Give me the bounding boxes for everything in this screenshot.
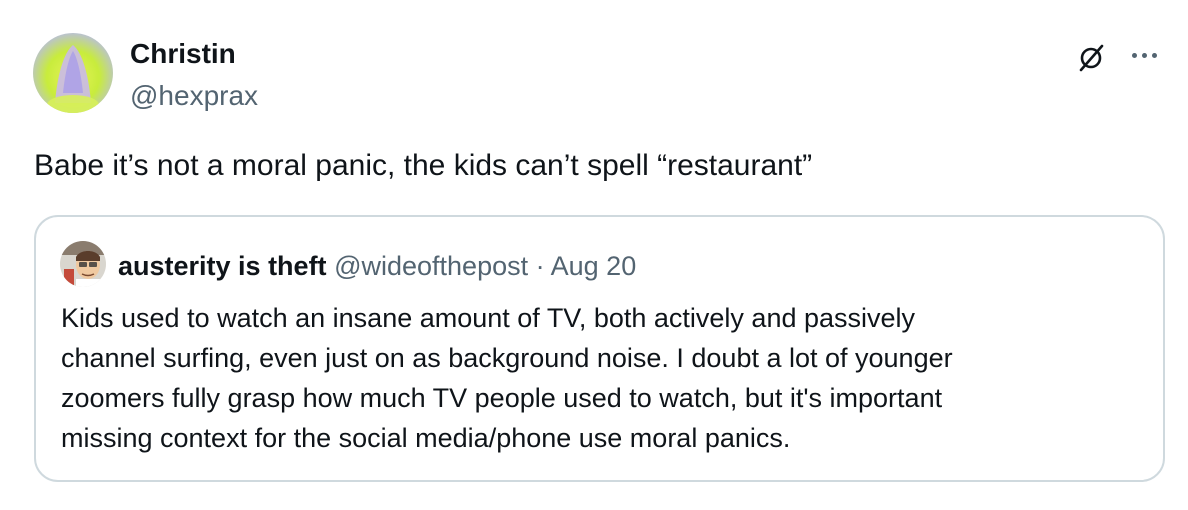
tweet-text: Babe it’s not a moral panic, the kids ca… [34, 149, 813, 182]
more-icon-dot [1141, 52, 1147, 58]
quote-text-line: channel surfing, even just on as backgro… [61, 343, 953, 373]
quote-text-line: missing context for the social media/pho… [61, 423, 791, 453]
more-icon [1131, 52, 1137, 58]
quote-text: Kids used to watch an insane amount of T… [61, 298, 1141, 458]
quote-author-avatar[interactable] [60, 241, 106, 287]
author-avatar[interactable] [33, 33, 113, 113]
more-options-button[interactable] [1124, 40, 1164, 70]
more-icon-dot [1151, 52, 1157, 58]
grok-button[interactable] [1073, 40, 1109, 76]
quote-text-line: Kids used to watch an insane amount of T… [61, 303, 916, 333]
quote-text-line: zoomers fully grasp how much TV people u… [61, 383, 943, 413]
grok-icon [1079, 44, 1104, 72]
quote-header: austerity is theft @wideofthepost · Aug … [118, 250, 636, 282]
quote-author-handle[interactable]: @wideofthepost [334, 251, 528, 281]
avatar-praying-hands-icon [33, 33, 113, 113]
quote-separator: · [535, 251, 545, 281]
avatar-cartoon-icon [60, 241, 106, 287]
tweet[interactable]: Christin @hexprax Babe it’s not a moral … [0, 0, 1188, 510]
author-handle[interactable]: @hexprax [130, 79, 258, 113]
quoted-tweet[interactable]: austerity is theft @wideofthepost · Aug … [34, 215, 1165, 482]
author-name[interactable]: Christin [130, 37, 236, 71]
quote-author-name[interactable]: austerity is theft [118, 251, 327, 281]
quote-date[interactable]: Aug 20 [551, 251, 637, 281]
